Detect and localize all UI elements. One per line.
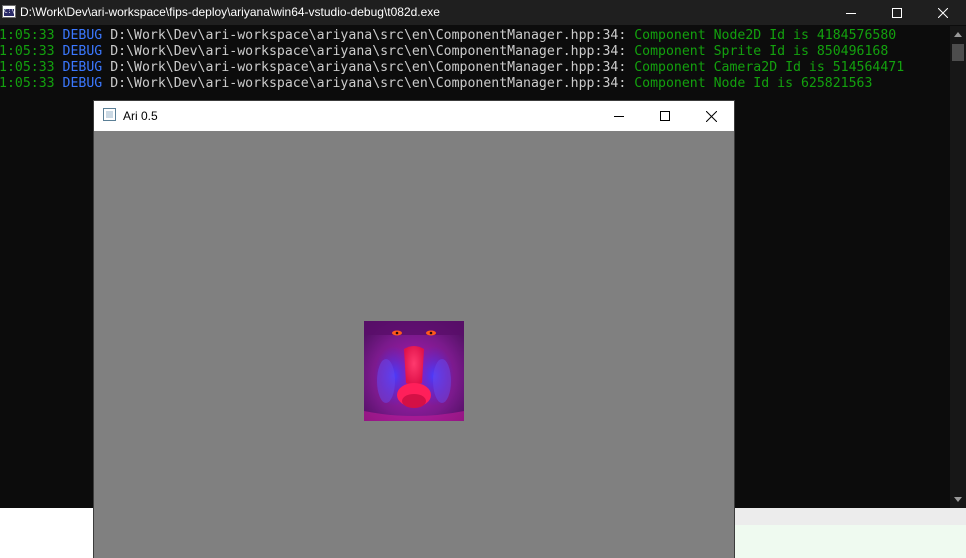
- background-window-right-toolbar: [734, 508, 966, 525]
- maximize-icon: [892, 7, 902, 18]
- app-minimize-button[interactable]: [596, 101, 642, 131]
- app-titlebar[interactable]: Ari 0.5: [94, 101, 734, 131]
- render-canvas[interactable]: [94, 131, 734, 558]
- app-window-title: Ari 0.5: [123, 109, 158, 123]
- console-window-title: D:\Work\Dev\ari-workspace\fips-deploy\ar…: [20, 5, 440, 19]
- background-window-left: [0, 508, 94, 558]
- log-message: Component Sprite Id is 850496168: [634, 44, 889, 59]
- log-time: 1:05:33: [0, 76, 55, 91]
- log-time: 1:05:33: [0, 28, 55, 43]
- minimize-icon: [614, 116, 624, 117]
- maximize-icon: [660, 111, 670, 121]
- minimize-icon: [846, 12, 856, 14]
- console-icon[interactable]: C:\: [2, 5, 16, 18]
- mandrill-sprite-image: [364, 321, 464, 421]
- app-close-button[interactable]: [688, 101, 734, 131]
- console-vertical-scrollbar[interactable]: [950, 26, 966, 508]
- scroll-up-arrow-icon[interactable]: [954, 32, 962, 37]
- console-close-button[interactable]: [920, 0, 966, 25]
- app-maximize-button[interactable]: [642, 101, 688, 131]
- log-line: 1:05:33 DEBUG D:\Work\Dev\ari-workspace\…: [0, 76, 872, 92]
- console-icon-text: C:\: [4, 8, 15, 15]
- log-message: Component Camera2D Id is 514564471: [634, 60, 905, 75]
- log-source-path: D:\Work\Dev\ari-workspace\ariyana\src\en…: [110, 60, 627, 75]
- scroll-down-arrow-icon[interactable]: [954, 497, 962, 502]
- console-titlebar[interactable]: C:\ D:\Work\Dev\ari-workspace\fips-deplo…: [0, 0, 966, 25]
- close-icon: [938, 7, 948, 18]
- log-line: 1:05:33 DEBUG D:\Work\Dev\ari-workspace\…: [0, 60, 904, 76]
- scrollbar-thumb[interactable]: [952, 44, 964, 61]
- app-window-icon[interactable]: [103, 108, 116, 121]
- log-level: DEBUG: [62, 76, 103, 91]
- log-line: 1:05:33 DEBUG D:\Work\Dev\ari-workspace\…: [0, 44, 888, 60]
- log-source-path: D:\Work\Dev\ari-workspace\ariyana\src\en…: [110, 28, 627, 43]
- log-time: 1:05:33: [0, 44, 55, 59]
- log-level: DEBUG: [62, 44, 103, 59]
- log-source-path: D:\Work\Dev\ari-workspace\ariyana\src\en…: [110, 44, 627, 59]
- log-line: 1:05:33 DEBUG D:\Work\Dev\ari-workspace\…: [0, 28, 896, 44]
- close-icon: [705, 110, 717, 122]
- mandrill-sprite-icon: [364, 321, 464, 421]
- console-maximize-button[interactable]: [874, 0, 920, 25]
- log-source-path: D:\Work\Dev\ari-workspace\ariyana\src\en…: [110, 76, 627, 91]
- log-message: Component Node Id is 625821563: [634, 76, 873, 91]
- background-window-right-pane: [734, 525, 966, 558]
- console-minimize-button[interactable]: [828, 0, 874, 25]
- ari-app-window: Ari 0.5: [94, 101, 734, 558]
- log-time: 1:05:33: [0, 60, 55, 75]
- log-message: Component Node2D Id is 4184576580: [634, 28, 897, 43]
- log-level: DEBUG: [62, 28, 103, 43]
- log-level: DEBUG: [62, 60, 103, 75]
